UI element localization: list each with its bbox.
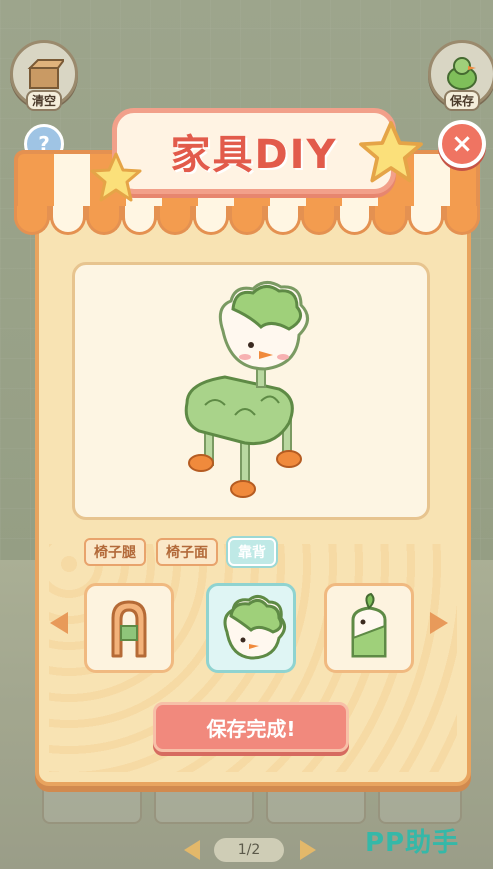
star-icon [90,152,142,202]
chair-preview [72,262,430,520]
page-indicator: 1/2 [214,838,284,862]
tab-chair-seat[interactable]: 椅子面 [156,538,218,566]
option-item[interactable] [324,583,414,673]
box-icon [27,59,64,89]
close-button[interactable]: × [438,120,486,168]
save-top-label: 保存 [443,90,480,111]
chair-preview-image [184,281,309,498]
page-next-icon[interactable] [300,840,316,860]
tab-label: 椅子面 [166,545,208,561]
tab-label: 靠背 [238,545,266,561]
title-sign: 家具DIY [112,108,396,194]
next-arrow-icon[interactable] [430,612,448,634]
prev-arrow-icon[interactable] [50,612,68,634]
save-complete-label: 保存完成! [206,716,296,741]
wooden-arch-backrest-icon [111,600,147,658]
page-prev-icon[interactable] [184,840,200,860]
dialog-title: 家具DIY [170,132,338,178]
duck-icon [447,57,477,90]
option-item-selected[interactable] [206,583,296,673]
option-item[interactable] [84,583,174,673]
tab-backrest[interactable]: 靠背 [228,538,276,566]
tab-label: 椅子腿 [94,545,136,561]
clear-button[interactable]: 清空 [10,40,78,111]
tab-chair-legs[interactable]: 椅子腿 [84,538,146,566]
clear-label: 清空 [25,90,62,111]
part-tabs: 椅子腿 椅子面 靠背 [84,538,276,566]
close-icon: × [451,129,473,159]
save-top-button[interactable]: 保存 [428,40,493,111]
leafy-sprout-backrest-icon [223,595,286,660]
watermark-logo: PP助手 [365,828,460,858]
option-list [84,583,414,673]
save-complete-button[interactable]: 保存完成! [153,702,349,752]
white-sprout-backrest-icon [351,592,387,658]
star-icon [359,121,423,183]
page-text: 1/2 [237,842,261,858]
awning-scallops [14,206,480,236]
